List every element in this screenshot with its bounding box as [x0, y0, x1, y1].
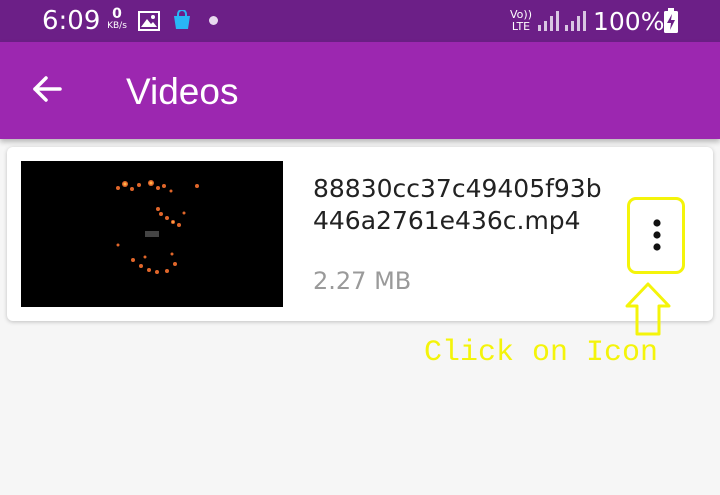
shopping-bag-icon: [173, 9, 191, 35]
net-speed-value: 0: [112, 6, 122, 22]
notification-dot-icon: [209, 16, 218, 25]
arrow-left-icon: [33, 76, 62, 102]
back-button[interactable]: [24, 64, 76, 116]
video-file-size: 2.27 MB: [313, 267, 412, 295]
arrow-up-icon: [624, 282, 672, 341]
net-speed-unit: KB/s: [107, 21, 127, 31]
app-bar: Videos: [0, 42, 720, 139]
video-thumbnail[interactable]: [21, 161, 283, 307]
gallery-icon: [138, 11, 160, 36]
page-title: Videos: [126, 71, 239, 112]
lte-label: LTE: [511, 20, 531, 33]
status-bar: 6:09 0 KB/s Vo)) LTE 100%: [0, 0, 720, 42]
status-time: 6:09: [42, 6, 101, 36]
battery-percent: 100%: [593, 7, 665, 36]
video-list-item[interactable]: 88830cc37c49405f93b446a2761e436c.mp4 2.2…: [7, 147, 713, 321]
video-file-name: 88830cc37c49405f93b446a2761e436c.mp4: [313, 174, 602, 235]
volte-indicator: Vo)) LTE: [508, 9, 534, 33]
signal-icon: [537, 10, 559, 37]
signal-icon-2: [564, 10, 586, 37]
battery-charging-icon: [663, 8, 679, 39]
annotation-text: Click on Icon: [424, 336, 659, 370]
more-options-button[interactable]: [627, 197, 685, 274]
net-speed: 0 KB/s: [102, 6, 132, 32]
more-vert-icon: [653, 219, 661, 251]
